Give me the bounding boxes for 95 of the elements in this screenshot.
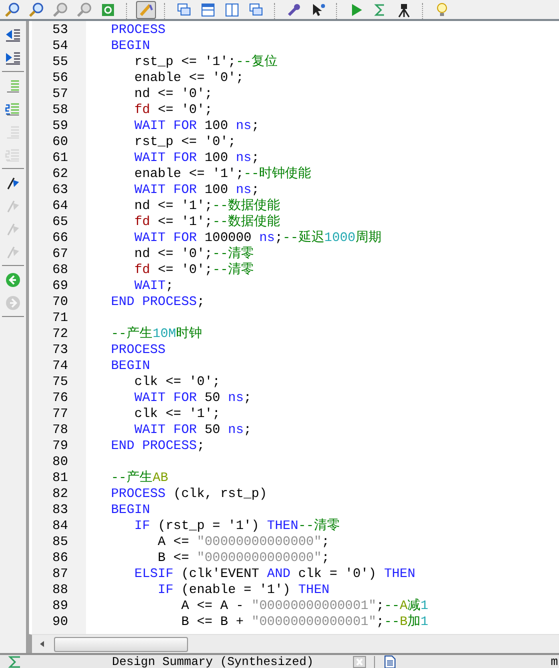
magnifier-icon: [52, 2, 68, 18]
code-line: rst_p <= '1';--复位: [133, 54, 278, 69]
tab[interactable]: Design Summary (Synthesized): [112, 654, 314, 668]
magnifier-icon: [28, 2, 44, 18]
document-icon[interactable]: [382, 654, 397, 668]
tripod-icon: [396, 2, 412, 18]
line-number: 77: [51, 406, 69, 422]
line-number: 74: [51, 358, 69, 374]
code-line: PROCESS: [111, 22, 166, 37]
code-line: rst_p <= '0';: [133, 134, 236, 149]
line-number: 55: [51, 54, 69, 70]
line-number: 88: [51, 582, 69, 598]
line-number: 54: [51, 38, 69, 54]
windows-icon: [176, 2, 192, 18]
line-number: 72: [51, 326, 69, 342]
code-line: B <= "00000000000000";: [156, 550, 330, 565]
code-line: enable <= '1';--时钟使能: [133, 166, 312, 181]
wrench-icon: [286, 2, 302, 18]
code-line: WAIT FOR 100 ns;: [133, 182, 260, 197]
line-number: 81: [51, 470, 69, 486]
line-number: 53: [51, 22, 69, 38]
code-line: nd <= '0';--清零: [133, 246, 254, 261]
horizontal-scrollbar[interactable]: [29, 634, 559, 653]
line-number: 78: [51, 422, 69, 438]
line-number: 61: [51, 150, 69, 166]
code-line: WAIT;: [133, 278, 174, 293]
code-line: nd <= '1';--数据使能: [133, 198, 280, 213]
line-number: 75: [51, 374, 69, 390]
code-line: B <= B + "00000000000001";--B加1: [180, 614, 428, 629]
line-number: 58: [51, 102, 69, 118]
refresh-icon: [100, 2, 116, 18]
code-line: WAIT FOR 100000 ns;--延迟1000周期: [133, 230, 382, 245]
code-line: A <= A - "00000000000001";--A减1: [180, 598, 428, 613]
scroll-left-icon[interactable]: [38, 640, 46, 648]
pen-tool-button[interactable]: [136, 1, 156, 19]
code-line: fd <= '0';--清零: [133, 262, 254, 277]
code-line: WAIT FOR 100 ns;: [133, 118, 260, 133]
line-number: 69: [51, 278, 69, 294]
code-line: BEGIN: [111, 38, 150, 53]
line-number: 76: [51, 390, 69, 406]
windows-icon: [248, 2, 264, 18]
line-number: 82: [51, 486, 69, 502]
line-number: 84: [51, 518, 69, 534]
code-line: --产生AB: [111, 470, 168, 485]
code-line: END PROCESS;: [111, 294, 205, 309]
code-line: enable <= '0';: [133, 70, 244, 85]
line-number: 80: [51, 454, 69, 470]
line-number: 83: [51, 502, 69, 518]
line-number: 60: [51, 134, 69, 150]
line-number: 87: [51, 566, 69, 582]
cursor-icon: [310, 2, 326, 18]
close-icon[interactable]: [352, 656, 366, 668]
line-number: 62: [51, 166, 69, 182]
line-number: 64: [51, 198, 69, 214]
magnifier-icon: [76, 2, 92, 18]
code-line: A <= "00000000000000";: [156, 534, 330, 549]
line-number: 56: [51, 70, 69, 86]
code-line: PROCESS: [111, 342, 166, 357]
line-number: 57: [51, 86, 69, 102]
code-line: ELSIF (clk'EVENT AND clk = '0') THEN: [133, 566, 416, 581]
line-number: 67: [51, 246, 69, 262]
line-number: 68: [51, 262, 69, 278]
pen-icon: [138, 2, 154, 18]
code-line: clk <= '0';: [133, 374, 220, 389]
code-line: nd <= '0';: [133, 86, 212, 101]
line-number: 65: [51, 214, 69, 230]
window-icon: [224, 2, 240, 18]
window-icon: [200, 2, 216, 18]
line-number: 59: [51, 118, 69, 134]
line-number: 70: [51, 294, 69, 310]
code-line: BEGIN: [111, 502, 150, 517]
line-number: 90: [51, 614, 69, 630]
line-number: 89: [51, 598, 69, 614]
line-number: 66: [51, 230, 69, 246]
code-line: clk <= '1';: [133, 406, 220, 421]
line-number: 85: [51, 534, 69, 550]
code-line: BEGIN: [111, 358, 150, 373]
line-number: 63: [51, 182, 69, 198]
code-line: IF (rst_p = '1') THEN--清零: [133, 518, 340, 533]
code-line: WAIT FOR 50 ns;: [133, 390, 252, 405]
line-number: 86: [51, 550, 69, 566]
code-line: fd <= '1';--数据使能: [133, 214, 280, 229]
line-number: 71: [51, 310, 69, 326]
code-line: --产生10M时钟: [111, 326, 202, 341]
line-number: 79: [51, 438, 69, 454]
sigma-icon: [8, 656, 22, 668]
magnifier-icon: [4, 2, 20, 18]
line-number: 73: [51, 342, 69, 358]
code-line: PROCESS (clk, rst_p): [111, 486, 268, 501]
tab[interactable]: m: [550, 654, 559, 668]
code-line: WAIT FOR 100 ns;: [133, 150, 260, 165]
code-line: WAIT FOR 50 ns;: [133, 422, 252, 437]
code-line: fd <= '0';: [133, 102, 212, 117]
code-line: IF (enable = '1') THEN: [156, 582, 330, 597]
code-line: END PROCESS;: [111, 438, 205, 453]
